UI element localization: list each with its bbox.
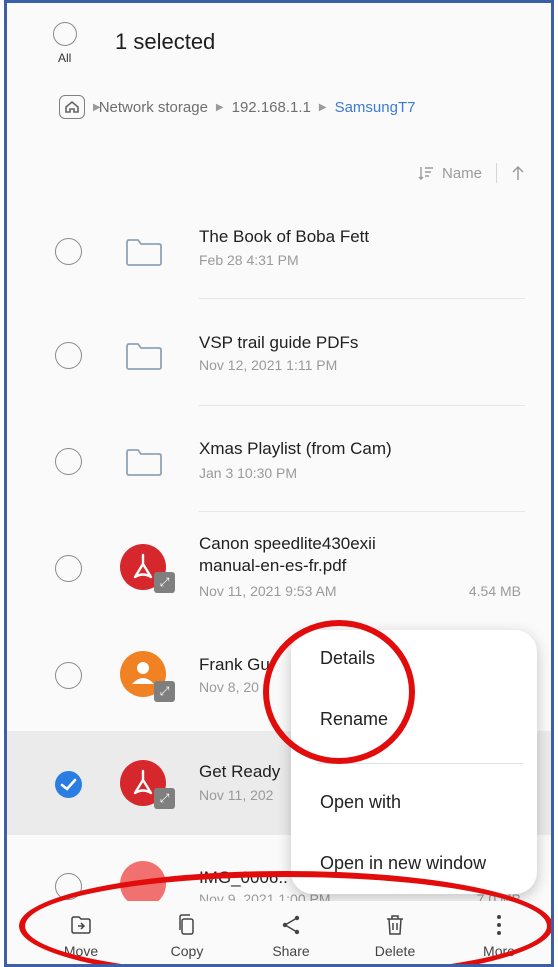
delete-button[interactable]: Delete [355, 913, 435, 959]
file-size: 4.54 MB [468, 583, 521, 599]
folder-icon [126, 239, 162, 266]
sort-bar: Name [418, 163, 525, 183]
row-checkbox[interactable] [55, 342, 82, 369]
select-all-label: All [58, 51, 72, 65]
selection-count-title: 1 selected [115, 29, 216, 54]
row-divider [199, 511, 525, 512]
more-icon [497, 915, 501, 935]
move-label: Move [63, 943, 99, 959]
sort-divider [496, 163, 497, 183]
shortcut-badge-icon: ⤢ [154, 681, 175, 702]
more-label: More [483, 943, 515, 959]
shortcut-badge-icon: ⤢ [154, 788, 175, 809]
delete-label: Delete [374, 943, 416, 959]
bottom-action-bar: Move Copy Share Delete More [7, 901, 551, 964]
file-name: Frank Gu [199, 655, 270, 674]
folder-icon [126, 449, 162, 476]
list-item[interactable]: ⤢ Canon speedlite430exii manual-en-es-fr… [7, 519, 551, 631]
more-button[interactable]: More [459, 913, 539, 959]
file-date: Feb 28 4:31 PM [199, 252, 299, 268]
sort-by-name-button[interactable]: Name [442, 165, 482, 182]
list-item[interactable]: Xmas Playlist (from Cam) Jan 3 10:30 PM [7, 421, 551, 517]
select-all-checkbox[interactable] [53, 22, 77, 46]
menu-item-details[interactable]: Details [320, 648, 375, 669]
chevron-right-icon: ▶ [318, 101, 327, 113]
row-checkbox[interactable] [55, 662, 82, 689]
file-date: Nov 12, 2021 1:11 PM [199, 357, 338, 373]
move-icon [71, 916, 91, 934]
selection-header: All 1 selected [7, 3, 551, 83]
file-date: Nov 11, 202 [199, 787, 274, 803]
list-item[interactable]: The Book of Boba Fett Feb 28 4:31 PM [7, 213, 551, 309]
move-button[interactable]: Move [41, 913, 121, 959]
breadcrumb-item-network-storage[interactable]: Network storage [99, 99, 208, 116]
menu-item-open-with[interactable]: Open with [320, 792, 401, 813]
list-item[interactable]: VSP trail guide PDFs Nov 12, 2021 1:11 P… [7, 317, 551, 413]
row-checkbox[interactable] [55, 555, 82, 582]
sort-order-icon[interactable] [418, 166, 434, 180]
row-checkbox[interactable] [55, 238, 82, 265]
checkmark-icon [60, 778, 77, 791]
breadcrumb: ▶ Network storage ▶ 192.168.1.1 ▶ Samsun… [59, 93, 415, 121]
home-icon [65, 101, 79, 113]
file-name: VSP trail guide PDFs [199, 333, 359, 352]
breadcrumb-item-ip[interactable]: 192.168.1.1 [232, 99, 311, 116]
file-name: Get Ready [199, 762, 281, 781]
file-date: Nov 11, 2021 9:53 AM [199, 583, 337, 599]
breadcrumb-item-current[interactable]: SamsungT7 [335, 99, 416, 116]
share-button[interactable]: Share [251, 913, 331, 959]
share-icon [282, 915, 300, 935]
folder-icon [126, 343, 162, 370]
row-checkbox[interactable] [55, 448, 82, 475]
menu-item-rename[interactable]: Rename [320, 709, 388, 730]
row-divider [199, 405, 525, 406]
more-options-menu: Details Rename Open with Open in new win… [291, 630, 537, 894]
file-name: IMG_0006.. [199, 868, 288, 887]
sort-direction-up-icon[interactable] [511, 165, 525, 181]
screenshot-frame: All 1 selected ▶ Network storage ▶ 192.1… [4, 0, 554, 967]
row-checkbox-checked[interactable] [55, 771, 82, 798]
row-checkbox[interactable] [55, 873, 82, 900]
shortcut-badge-icon: ⤢ [154, 572, 175, 593]
file-name: The Book of Boba Fett [199, 227, 370, 246]
copy-button[interactable]: Copy [147, 913, 227, 959]
file-name-line2: manual-en-es-fr.pdf [199, 556, 347, 575]
copy-label: Copy [170, 943, 204, 959]
file-name-line1: Canon speedlite430exii [199, 534, 376, 553]
file-name: Xmas Playlist (from Cam) [199, 439, 392, 458]
menu-item-open-in-new-window[interactable]: Open in new window [320, 853, 486, 874]
menu-divider [317, 763, 523, 764]
row-divider [199, 298, 525, 299]
copy-icon [179, 914, 194, 935]
home-button[interactable] [59, 95, 85, 119]
file-date: Jan 3 10:30 PM [199, 465, 298, 481]
chevron-right-icon: ▶ [215, 101, 224, 113]
file-date: Nov 8, 20 [199, 679, 259, 695]
delete-icon [387, 915, 403, 935]
share-label: Share [272, 943, 310, 959]
